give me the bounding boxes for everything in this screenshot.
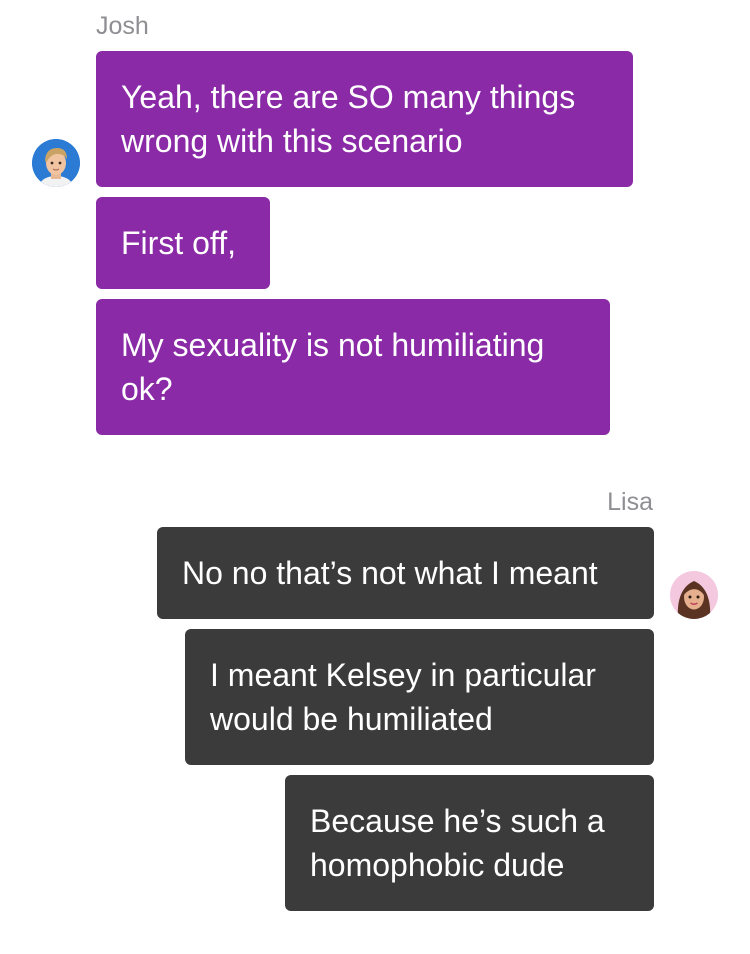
girl-avatar-icon[interactable] [670, 571, 718, 619]
message-bubble-lisa-3[interactable]: Because he’s such a homophobic dude [285, 775, 654, 911]
message-bubble-josh-3[interactable]: My sexuality is not humiliating ok? [96, 299, 610, 435]
message-bubble-josh-1[interactable]: Yeah, there are SO many things wrong wit… [96, 51, 633, 187]
message-bubble-lisa-2[interactable]: I meant Kelsey in particular would be hu… [185, 629, 654, 765]
message-bubble-lisa-1[interactable]: No no that’s not what I meant [157, 527, 654, 619]
sender-name-lisa: Lisa [607, 488, 653, 516]
message-bubble-josh-2[interactable]: First off, [96, 197, 270, 289]
boy-avatar-icon[interactable] [32, 139, 80, 187]
sender-name-josh: Josh [96, 12, 149, 40]
